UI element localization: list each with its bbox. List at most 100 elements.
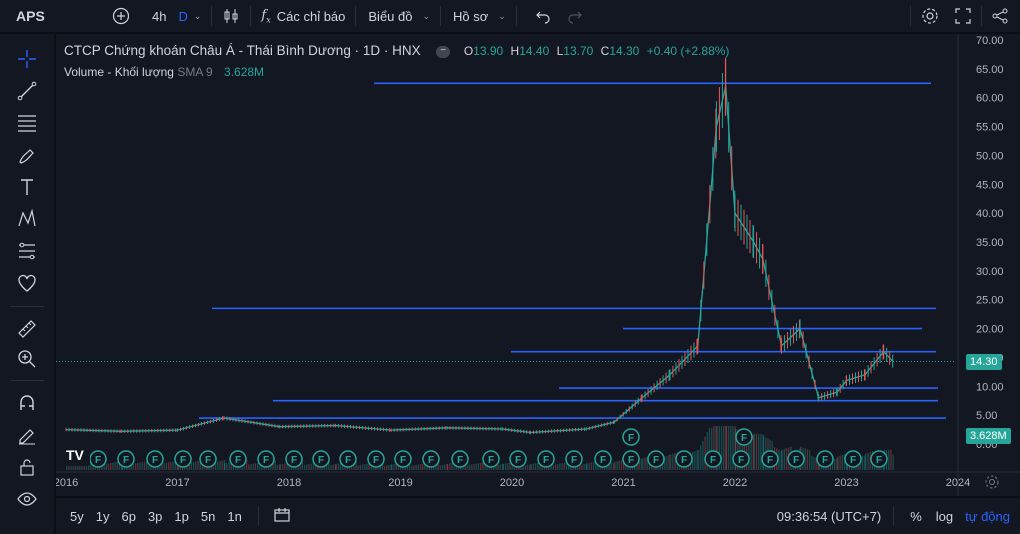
indicators-button[interactable]: fx Các chỉ báo <box>253 0 353 32</box>
percent-toggle[interactable]: % <box>902 509 930 524</box>
volume-bar <box>254 463 257 470</box>
volume-bar <box>668 455 670 470</box>
volume-bar <box>105 463 107 470</box>
chart-pane[interactable]: 70.00 65.00 60.00 55.00 50.00 45.00 40.00 35.00… <box>56 34 1020 496</box>
text-tool[interactable] <box>14 174 40 200</box>
interval-dropdown[interactable]: 4h D ⌄ <box>138 0 209 32</box>
volume-bar <box>281 463 284 470</box>
goto-date-button[interactable] <box>273 506 291 527</box>
share-button[interactable] <box>984 0 1020 32</box>
log-toggle[interactable]: log <box>930 509 959 524</box>
measure-tool[interactable] <box>14 316 40 342</box>
filing-marker-label: F <box>123 455 129 466</box>
range-6m[interactable]: 6p <box>115 509 141 524</box>
redo-button[interactable] <box>559 0 591 32</box>
profile-dropdown[interactable]: Hồ sơ ⌄ <box>443 0 514 32</box>
symbol-search[interactable]: APS <box>0 0 104 32</box>
price-tick-label: 50.00 <box>976 150 1004 162</box>
chart-style-button[interactable] <box>214 0 248 32</box>
pencil-lock-icon <box>19 429 35 445</box>
magnet-icon <box>20 395 34 410</box>
auto-scale-toggle[interactable]: tự động <box>959 509 1020 524</box>
prediction-tool[interactable] <box>14 238 40 264</box>
volume-bar <box>563 462 565 470</box>
settings-button[interactable] <box>913 0 947 32</box>
volume-bar <box>590 462 593 470</box>
pattern-tool[interactable] <box>14 206 40 232</box>
change-value: +0.40 (+2.88%) <box>646 44 730 58</box>
range-3m[interactable]: 3p <box>142 509 168 524</box>
volume-bar <box>114 462 116 470</box>
volume-bar <box>640 458 643 470</box>
volume-bar <box>841 454 844 470</box>
fullscreen-icon <box>955 8 971 24</box>
compare-button[interactable] <box>104 0 138 32</box>
volume-bar <box>167 462 170 470</box>
volume-bar <box>279 464 282 470</box>
share-icon <box>992 8 1008 24</box>
clock-label[interactable]: 09:36:54 (UTC+7) <box>777 509 881 524</box>
time-tick-label: 2017 <box>165 477 189 489</box>
volume-bar <box>526 464 529 470</box>
open-value: 13.90 <box>473 44 504 58</box>
chart-menu-label: Biểu đồ <box>368 8 413 24</box>
fib-lines-icon <box>18 115 36 132</box>
volume-bar <box>586 463 588 470</box>
lock-tool[interactable] <box>14 454 40 480</box>
volume-bar <box>534 463 537 470</box>
price-chart[interactable]: 70.00 65.00 60.00 55.00 50.00 45.00 40.00 35.00… <box>56 34 1020 496</box>
time-tick-label: 2016 <box>56 477 78 489</box>
volume-bar <box>361 464 364 470</box>
filing-marker-label: F <box>850 455 856 466</box>
filing-marker-label: F <box>710 455 716 466</box>
chart-menu-dropdown[interactable]: Biểu đồ ⌄ <box>358 0 438 32</box>
volume-bar <box>451 462 453 470</box>
visibility-tool[interactable] <box>14 486 40 512</box>
volume-bar <box>308 464 310 470</box>
volume-bar <box>422 463 424 470</box>
filing-marker-label: F <box>876 455 882 466</box>
fib-tool[interactable] <box>14 110 40 136</box>
range-1m[interactable]: 1p <box>168 509 194 524</box>
brush-tool[interactable] <box>14 142 40 168</box>
legend-volume: Volume - Khối lượng SMA 9 3.628M <box>64 65 264 79</box>
zoom-tool[interactable] <box>14 346 40 372</box>
filing-marker-label: F <box>767 455 773 466</box>
lock-icon <box>20 459 34 476</box>
volume-bar <box>504 463 507 470</box>
open-label: O <box>463 44 474 58</box>
heart-icon <box>18 274 36 292</box>
trendline-tool[interactable] <box>14 78 40 104</box>
volume-bar <box>865 453 867 470</box>
range-1d[interactable]: 1n <box>221 509 247 524</box>
undo-button[interactable] <box>519 0 559 32</box>
volume-bar <box>141 462 143 470</box>
magnet-tool[interactable] <box>14 390 40 416</box>
fullscreen-button[interactable] <box>947 0 979 32</box>
time-axis-settings[interactable] <box>984 474 1000 493</box>
legend-collapse-icon[interactable]: − <box>436 45 451 58</box>
interval-label: 4h <box>152 8 167 24</box>
range-5d[interactable]: 5n <box>195 509 221 524</box>
icon-tool[interactable] <box>14 270 40 296</box>
volume-bar <box>139 462 141 470</box>
filing-marker-label: F <box>235 455 241 466</box>
crosshair-tool[interactable] <box>14 46 40 72</box>
volume-bar <box>502 463 505 470</box>
pattern-icon <box>18 208 36 227</box>
volume-bar <box>581 464 583 470</box>
volume-bar <box>110 462 112 470</box>
volume-bar <box>274 460 276 470</box>
volume-bar <box>499 464 502 470</box>
time-tick-label: 2020 <box>500 477 524 489</box>
volume-bar <box>725 426 728 470</box>
volume-bar <box>250 464 252 470</box>
filing-marker-label: F <box>793 455 799 466</box>
redo-icon <box>568 11 582 24</box>
volume-bar <box>867 452 869 470</box>
range-5y[interactable]: 5y <box>64 509 90 524</box>
draw-mode-tool[interactable] <box>14 422 40 448</box>
volume-bar <box>806 449 809 470</box>
range-1y[interactable]: 1y <box>90 509 116 524</box>
legend-title: CTCP Chứng khoán Châu Á - Thái Bình Dươn… <box>64 43 421 58</box>
